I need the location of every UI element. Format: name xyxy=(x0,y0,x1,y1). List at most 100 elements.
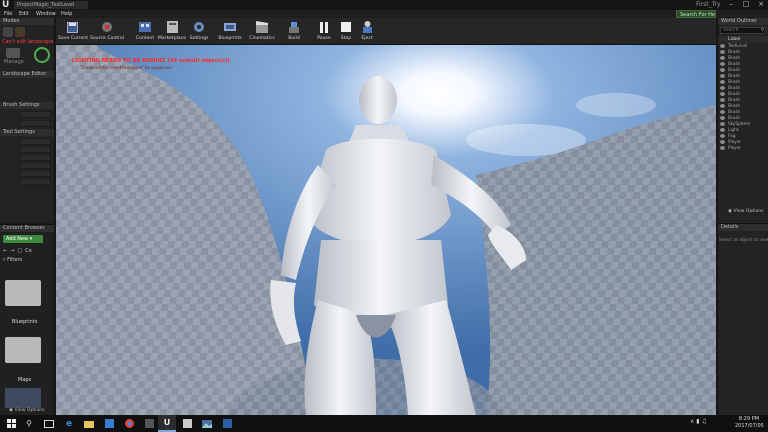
visibility-eye-icon[interactable] xyxy=(720,50,725,54)
level-viewport[interactable]: LIGHTING NEEDS TO BE REBUILT (54 unbuilt… xyxy=(56,45,716,415)
landscape-mode-icon[interactable] xyxy=(15,27,25,37)
outliner-item[interactable]: Player xyxy=(718,145,768,151)
manage-icon[interactable] xyxy=(6,48,20,58)
visibility-eye-icon[interactable] xyxy=(720,62,725,66)
build-button[interactable]: Build xyxy=(282,19,306,44)
close-icon[interactable]: × xyxy=(754,0,768,9)
blueprints-folder-label: Blueprints xyxy=(12,319,38,325)
tool-setting-field[interactable] xyxy=(20,170,51,177)
visibility-eye-icon[interactable] xyxy=(720,116,725,120)
modes-tab[interactable]: Modes xyxy=(0,18,54,25)
tool-setting-field[interactable] xyxy=(20,178,51,185)
chrome-icon[interactable] xyxy=(120,415,138,432)
save-current-button[interactable]: Save Current xyxy=(58,19,88,44)
menu-help[interactable]: Help xyxy=(61,10,72,18)
eye-icon: ◉ xyxy=(9,408,14,413)
blueprints-button[interactable]: Blueprints xyxy=(216,19,244,44)
visibility-eye-icon[interactable] xyxy=(720,110,725,114)
mode-icon[interactable] xyxy=(3,27,13,37)
visibility-eye-icon[interactable] xyxy=(720,74,725,78)
brush-settings-header: Brush Settings xyxy=(0,102,54,109)
tool-setting-field[interactable] xyxy=(20,146,51,153)
details-tab[interactable]: Details xyxy=(718,224,768,231)
visibility-eye-icon[interactable] xyxy=(720,92,725,96)
modes-panel: Modes Can't edit landscape Manage Landsc… xyxy=(0,18,55,223)
source-control-button[interactable]: Source Control xyxy=(90,19,124,44)
app-icon[interactable] xyxy=(140,415,158,432)
path-breadcrumb[interactable]: Co xyxy=(25,248,32,254)
brush-setting-field[interactable] xyxy=(20,111,51,118)
task-view-icon[interactable] xyxy=(40,415,58,432)
world-outliner-tab[interactable]: World Outliner xyxy=(718,18,768,25)
file-explorer-icon[interactable] xyxy=(80,415,98,432)
visibility-eye-icon[interactable] xyxy=(720,56,725,60)
viewport-scene xyxy=(56,45,716,415)
eject-button[interactable]: Eject xyxy=(357,19,377,44)
level-tab[interactable]: ProjectMagic_TestLevel xyxy=(14,1,88,9)
visibility-eye-icon[interactable] xyxy=(720,128,725,132)
edge-icon[interactable]: e xyxy=(60,415,78,432)
menu-edit[interactable]: Edit xyxy=(19,10,29,18)
menu-window[interactable]: Window xyxy=(36,10,56,18)
visibility-eye-icon[interactable] xyxy=(720,104,725,108)
windows-start-icon[interactable] xyxy=(2,415,20,432)
title-bar: U ProjectMagic_TestLevel First_Try – □ × xyxy=(0,0,768,10)
minimize-icon[interactable]: – xyxy=(724,0,738,9)
settings-button[interactable]: Settings xyxy=(187,19,211,44)
maximize-icon[interactable]: □ xyxy=(739,0,753,9)
menu-file[interactable]: File xyxy=(4,10,12,18)
cinematics-button[interactable]: Cinematics xyxy=(247,19,277,44)
visibility-eye-icon[interactable] xyxy=(720,140,725,144)
tool-setting-field[interactable] xyxy=(20,162,51,169)
maps-folder-icon[interactable] xyxy=(5,337,41,363)
brush-setting-field[interactable] xyxy=(20,120,51,127)
back-arrow-icon[interactable]: ← xyxy=(3,248,7,254)
add-new-button[interactable]: Add New ▾ xyxy=(3,235,43,243)
tool-setting-field[interactable] xyxy=(20,138,51,145)
folder-icon[interactable]: □ xyxy=(17,248,22,254)
stop-button[interactable]: Stop xyxy=(336,19,356,44)
store-icon[interactable] xyxy=(100,415,118,432)
menu-bar: File Edit Window Help xyxy=(0,10,768,18)
pause-button[interactable]: Pause xyxy=(313,19,335,44)
search-icon[interactable]: ⚲ xyxy=(20,415,38,432)
visibility-eye-icon[interactable] xyxy=(720,80,725,84)
app-icon[interactable] xyxy=(218,415,236,432)
content-browser-panel: Content Browser Add New ▾ ← → □ Co ▿ Fil… xyxy=(0,224,55,415)
visibility-eye-icon[interactable] xyxy=(720,134,725,138)
outliner-view-options[interactable]: ◉ View Options xyxy=(728,209,764,214)
stop-icon xyxy=(340,20,353,34)
tool-setting-field[interactable] xyxy=(20,154,51,161)
lighting-warning-subtext: 'DisableAllScreenMessages' to suppress xyxy=(80,66,172,71)
visibility-eye-icon[interactable] xyxy=(720,122,725,126)
forward-arrow-icon[interactable]: → xyxy=(10,248,14,254)
clock[interactable]: 8:29 PM 2017/07/05 xyxy=(735,416,764,430)
content-view-options[interactable]: ◉ View Options xyxy=(9,408,45,413)
outliner-column-header[interactable]: Label xyxy=(718,36,768,43)
search-help-input[interactable]: Search For Help xyxy=(676,10,716,18)
visibility-eye-icon[interactable] xyxy=(720,44,725,48)
visibility-eye-icon[interactable] xyxy=(720,86,725,90)
photos-icon[interactable] xyxy=(198,415,216,432)
manage-label: Manage xyxy=(4,59,24,65)
filters-button[interactable]: ▿ Filters xyxy=(0,256,54,264)
unreal-taskbar-icon[interactable]: U xyxy=(158,415,176,432)
tool-settings-header: Tool Settings xyxy=(0,129,54,136)
settings-icon xyxy=(193,20,206,34)
asset-thumbnail[interactable] xyxy=(5,388,41,408)
visibility-eye-icon[interactable] xyxy=(720,68,725,72)
app-icon[interactable] xyxy=(178,415,196,432)
content-browser-tab[interactable]: Content Browser xyxy=(0,225,54,232)
visibility-eye-icon[interactable] xyxy=(720,146,725,150)
landscape-editor-header: Landscape Editor xyxy=(0,71,54,78)
cinematics-icon xyxy=(256,20,269,34)
blueprints-icon xyxy=(224,20,237,34)
visibility-eye-icon[interactable] xyxy=(720,98,725,102)
system-tray-icons[interactable]: ∧ ▮ ♫ xyxy=(690,418,707,425)
outliner-search-input[interactable]: Search ⚲ xyxy=(720,27,766,34)
save-icon xyxy=(66,20,79,34)
blueprints-folder-icon[interactable] xyxy=(5,280,41,306)
marketplace-button[interactable]: Marketplace xyxy=(157,19,187,44)
sculpt-mode-icon[interactable] xyxy=(34,47,50,63)
content-button[interactable]: Content xyxy=(133,19,157,44)
